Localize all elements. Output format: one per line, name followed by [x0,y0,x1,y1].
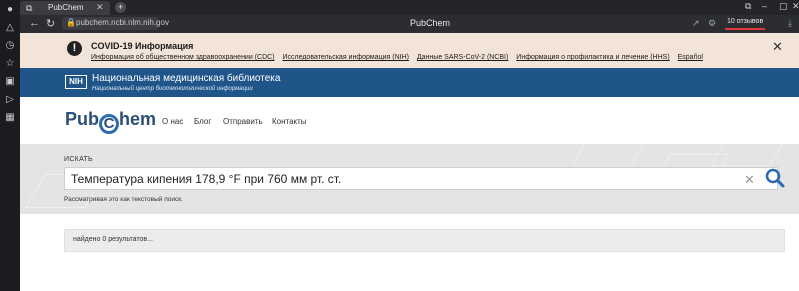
nih-logo[interactable]: NIH [65,75,87,89]
address-bar: ← ↻ 🔒 pubchem.ncbi.nlm.nih.gov PubChem ↗… [20,15,799,33]
nlm-title[interactable]: Национальная медицинская библиотека [92,73,280,84]
covid-link-ncbi[interactable]: Данные SARS-CoV-2 (NCBI) [417,54,508,61]
results-count: найдено 0 результатов... [73,236,153,243]
new-tab-button[interactable]: + [115,2,126,13]
nav-about[interactable]: О нас [162,117,183,126]
page-title: PubChem [410,18,451,28]
search-icon[interactable] [764,168,786,188]
close-window-icon[interactable]: ✕ [792,1,799,12]
copy-icon: ⧉ [26,3,33,13]
download-icon[interactable]: ⤓ [788,18,792,29]
nlm-bar: NIH Национальная медицинская библиотека … [20,68,799,97]
tab-close-icon[interactable]: ✕ [96,2,104,13]
tab-pubchem[interactable]: ⧉ PubChem ✕ [20,1,110,15]
logo-text-right: hem [119,109,157,129]
favorites-icon[interactable]: ☆ [4,58,16,70]
minimize-icon[interactable]: – [762,1,767,11]
maximize-icon[interactable]: ▢ [779,1,788,12]
covid-title: COVID-19 Информация [91,41,194,51]
search-section: ИСКАТЬ ✕ Рассматривая это как текстовый … [20,144,799,214]
reload-icon[interactable]: ↻ [46,17,55,30]
logo-text-left: Pub [65,109,99,129]
browser-sidebar: ● △ ◷ ☆ ▣ ▷ ▦ [0,0,20,291]
lock-icon: 🔒 [66,18,76,27]
alert-icon: ! [67,41,82,56]
search-input[interactable] [64,167,778,190]
tab-title: PubChem [48,3,84,12]
history-icon[interactable]: ◷ [4,40,16,52]
covid-link-cdc[interactable]: Информация об общественном здравоохранен… [91,54,275,61]
nav-submit[interactable]: Отправить [223,117,263,126]
results-panel: найдено 0 результатов... [64,229,785,252]
search-hint: Рассматривая это как текстовый поиск. [64,196,183,203]
profile-icon[interactable]: ● [4,4,16,16]
pubchem-logo[interactable]: Pub Chem [65,109,156,134]
media-icon[interactable]: ▷ [4,94,16,106]
share-icon[interactable]: ↗ [692,18,700,29]
covid-link-nih[interactable]: Исследовательская информация (NIH) [282,54,408,61]
covid-links: Информация об общественном здравоохранен… [91,54,709,61]
pubchem-header: Pub Chem О нас Блог Отправить Контакты [20,97,799,144]
nav-contact[interactable]: Контакты [272,117,307,126]
window-restore-icon[interactable]: ⧉ [745,1,751,12]
covid-link-espanol[interactable]: Español [678,54,703,61]
covid-banner: ! COVID-19 Информация Информация об обще… [20,33,799,68]
covid-link-hhs[interactable]: Информация о профилактика и лечение (HHS… [516,54,669,61]
back-icon[interactable]: ← [29,17,40,29]
url-text: pubchem.ncbi.nlm.nih.gov [76,18,169,27]
decorative-hexagon [710,144,790,166]
decorative-hexagon [570,144,650,168]
notifications-icon[interactable]: △ [4,22,16,34]
nlm-subtitle: Национальный центр биотехнологической ин… [92,86,253,92]
close-icon[interactable]: ✕ [772,39,783,55]
nav-blog[interactable]: Блог [194,117,211,126]
reviews-button[interactable]: 10 отзывов [725,17,766,30]
clear-icon[interactable]: ✕ [744,172,755,188]
tab-strip: ⧉ PubChem ✕ + ⧉ – ▢ ✕ [20,0,799,15]
url-field[interactable]: 🔒 pubchem.ncbi.nlm.nih.gov [62,17,169,30]
extension-icon[interactable]: ⚙ [708,18,716,29]
collections-icon[interactable]: ▣ [4,76,16,88]
apps-icon[interactable]: ▦ [4,112,16,124]
logo-ring: C [99,114,119,134]
search-label: ИСКАТЬ [64,156,93,163]
